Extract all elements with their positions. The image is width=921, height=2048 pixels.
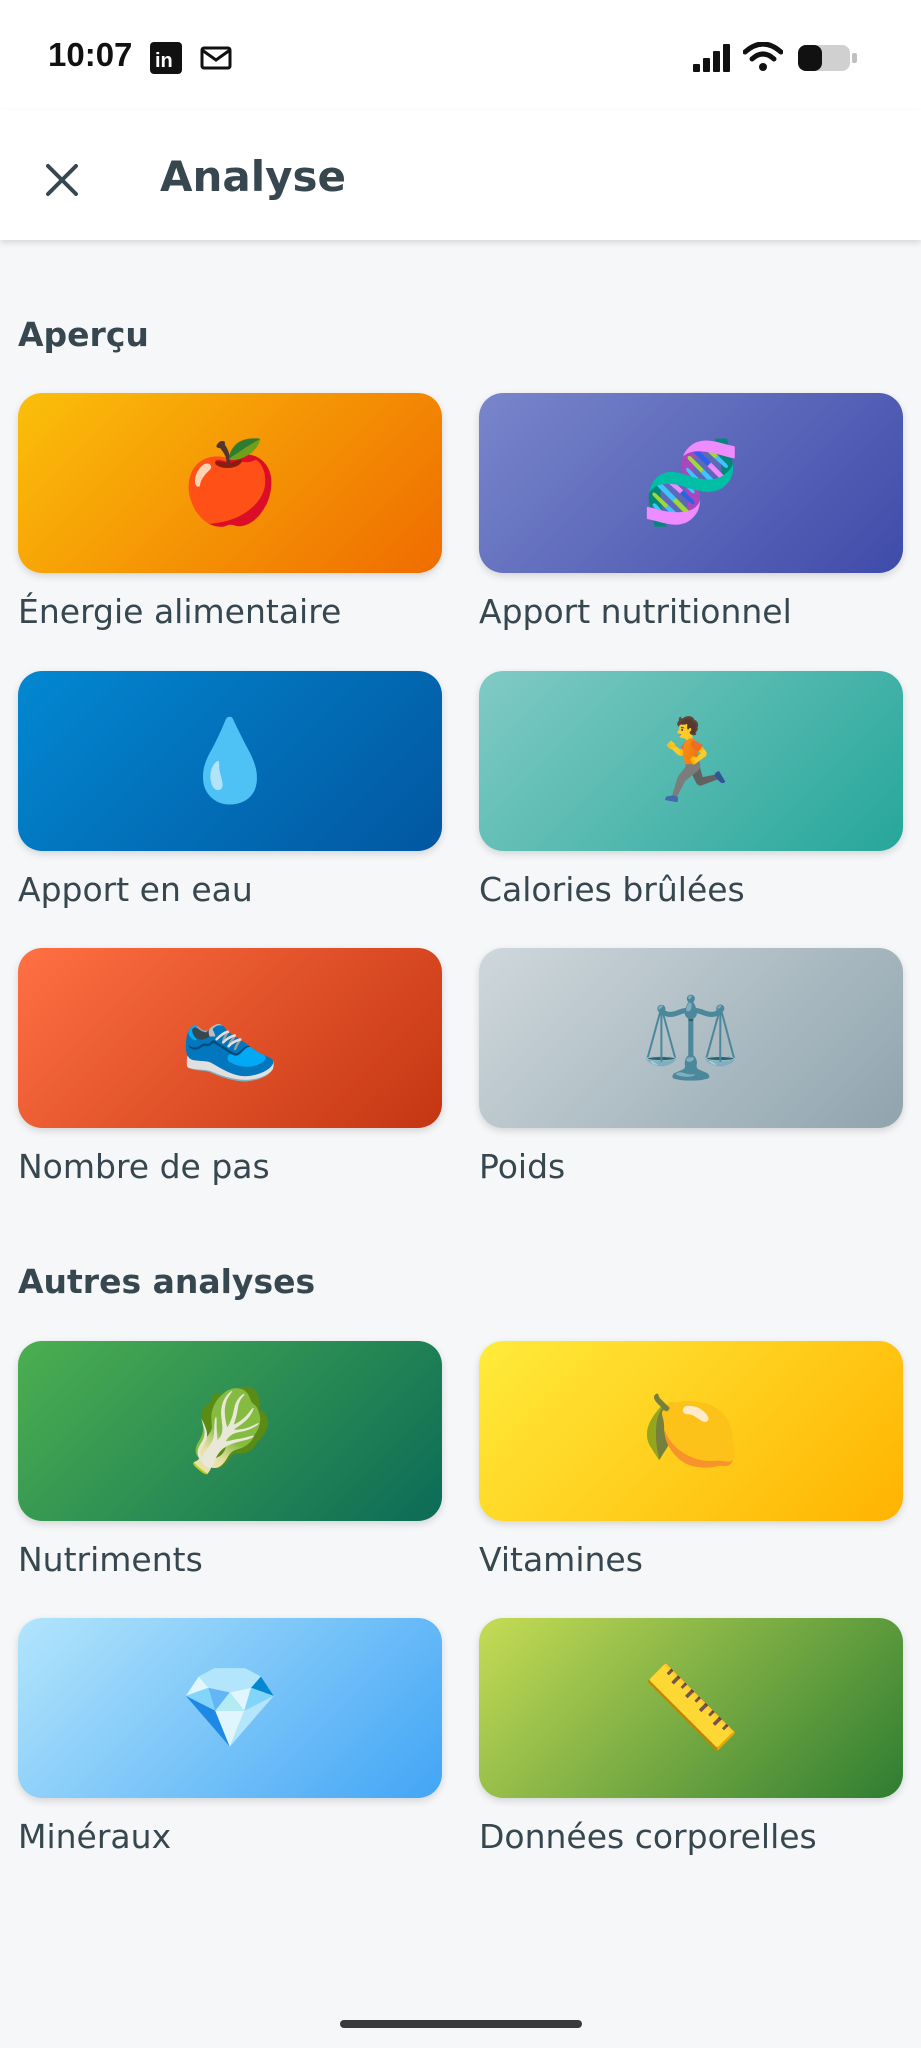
- status-bar: 10:07 in: [0, 0, 921, 110]
- section-title-apercu: Aperçu: [18, 315, 149, 354]
- card-donnees-corporelles[interactable]: 📏: [479, 1618, 903, 1798]
- card-label: Minéraux: [18, 1817, 172, 1856]
- lemon-icon: 🍋: [641, 1384, 741, 1477]
- card-nombre-de-pas[interactable]: 👟: [18, 948, 442, 1128]
- apple-icon: 🍎: [180, 436, 280, 529]
- card-apport-nutritionnel[interactable]: 🧬: [479, 393, 903, 573]
- card-vitamines[interactable]: 🍋: [479, 1341, 903, 1521]
- card-mineraux[interactable]: 💎: [18, 1618, 442, 1798]
- card-label: Poids: [479, 1147, 566, 1186]
- battery-icon: [797, 44, 859, 76]
- leafy-greens-icon: 🥬: [180, 1384, 280, 1477]
- card-apport-en-eau[interactable]: 💧: [18, 671, 442, 851]
- card-nutriments[interactable]: 🥬: [18, 1341, 442, 1521]
- card-label: Calories brûlées: [479, 870, 745, 909]
- card-label: Vitamines: [479, 1540, 643, 1579]
- sneaker-icon: 👟: [180, 991, 280, 1084]
- card-label: Énergie alimentaire: [18, 592, 342, 631]
- linkedin-icon: in: [150, 42, 182, 78]
- card-calories-brulees[interactable]: 🏃: [479, 671, 903, 851]
- card-label: Nombre de pas: [18, 1147, 270, 1186]
- mail-icon: [200, 46, 232, 74]
- svg-text:in: in: [155, 50, 173, 72]
- ruler-icon: 📏: [641, 1661, 741, 1754]
- status-time: 10:07: [48, 36, 133, 73]
- gem-icon: 💎: [180, 1661, 280, 1754]
- close-button[interactable]: [34, 152, 90, 208]
- section-title-autres-analyses: Autres analyses: [18, 1262, 316, 1301]
- app-bar: Analyse: [0, 110, 921, 240]
- home-indicator[interactable]: [340, 2020, 582, 2028]
- card-label: Apport nutritionnel: [479, 592, 792, 631]
- card-poids[interactable]: ⚖️: [479, 948, 903, 1128]
- close-icon: [46, 164, 78, 196]
- card-label: Apport en eau: [18, 870, 253, 909]
- card-energie-alimentaire[interactable]: 🍎: [18, 393, 442, 573]
- dna-icon: 🧬: [641, 436, 741, 529]
- page-title: Analyse: [160, 152, 347, 201]
- runner-icon: 🏃: [641, 714, 741, 807]
- wifi-icon: [742, 41, 784, 76]
- card-label: Nutriments: [18, 1540, 203, 1579]
- signal-icon: [693, 44, 733, 76]
- droplet-icon: 💧: [180, 714, 280, 807]
- scale-icon: ⚖️: [641, 991, 741, 1084]
- card-label: Données corporelles: [479, 1817, 817, 1856]
